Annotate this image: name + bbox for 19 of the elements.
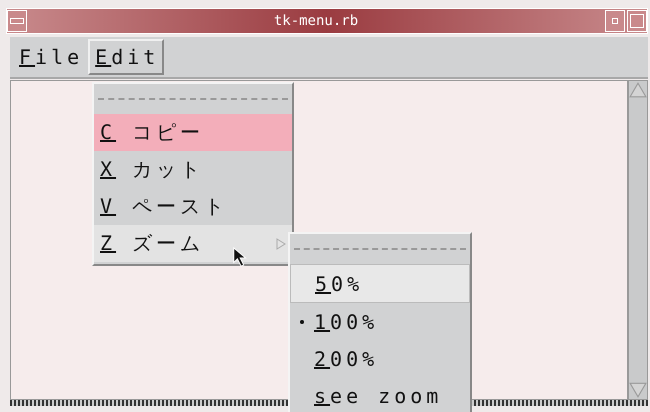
menu-button[interactable]: Edit [88,39,164,75]
menu-item[interactable]: see zoom [290,377,470,412]
menu-item[interactable]: X カット [94,151,292,188]
tearoff-line[interactable] [294,248,466,250]
minimize-button[interactable] [605,10,625,32]
menu-item[interactable]: 200% [290,340,470,377]
menu-item[interactable]: Z ズーム [94,225,292,262]
menu-item[interactable]: 100% [290,303,470,340]
menu-button[interactable]: File [12,39,88,75]
scrollbar[interactable] [628,80,648,400]
menu-item[interactable]: 50% [290,264,470,303]
menu-item[interactable]: C コピー [94,114,292,151]
tearoff-line[interactable] [98,98,288,100]
scroll-up-icon[interactable] [629,81,647,99]
maximize-button[interactable] [627,10,647,32]
menu-item[interactable]: V ペースト [94,188,292,225]
cascade-arrow-icon [276,238,286,250]
window-title: tk-menu.rb [272,13,360,29]
window-menu-button[interactable] [7,10,27,32]
